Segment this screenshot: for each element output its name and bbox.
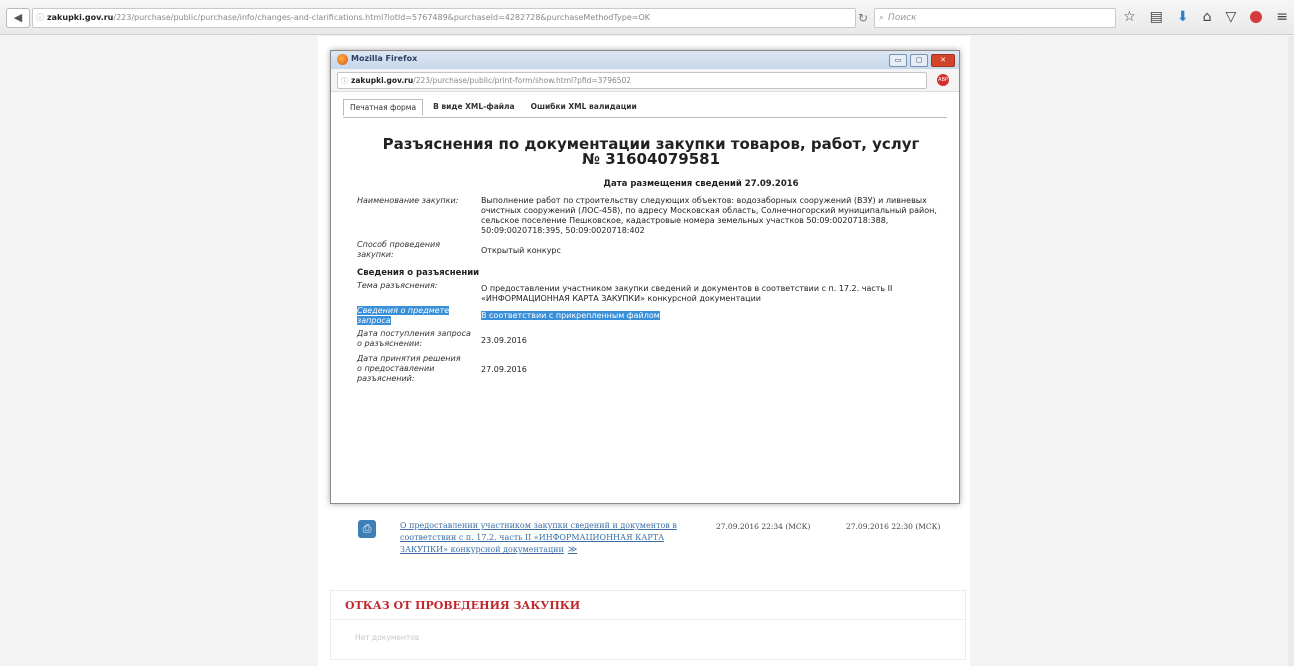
refusal-empty-text: Нет документов xyxy=(355,633,420,642)
home-icon[interactable]: ⌂ xyxy=(1203,9,1212,25)
back-arrow-icon: ◀ xyxy=(13,11,23,24)
page-scrollbar[interactable] xyxy=(1288,36,1294,666)
maximize-button[interactable]: ▢ xyxy=(910,54,928,67)
adblock-icon[interactable] xyxy=(1250,11,1263,23)
bookmark-star-icon[interactable]: ☆ xyxy=(1123,9,1136,25)
request-date-label: Дата поступления запроса о разъяснении: xyxy=(357,329,471,348)
tabs-divider xyxy=(343,117,947,118)
subject-value-text: В соответствии с прикрепленным файлом xyxy=(481,311,660,320)
toolbar-icons: ☆ ▤ ⬇ ⌂ ▽ ≡ xyxy=(1123,6,1288,28)
firefox-logo-icon xyxy=(337,54,348,65)
download-icon[interactable]: ⬇ xyxy=(1177,9,1189,25)
search-icon: ⌕ xyxy=(879,13,885,23)
close-button[interactable]: ✕ xyxy=(931,54,955,67)
chevron-down-icon[interactable]: ≫ xyxy=(568,545,577,555)
subject-value: В соответствии с прикрепленным файлом xyxy=(481,311,660,321)
topic-value: О предоставлении участником закупки свед… xyxy=(481,284,893,303)
document-link-text[interactable]: О предоставлении участником закупки свед… xyxy=(400,521,677,554)
reload-icon[interactable]: ↻ xyxy=(858,11,868,25)
subject-label: Сведения о предмете запроса xyxy=(357,306,461,326)
search-input[interactable]: ⌕ Поиск xyxy=(874,8,1116,28)
url-host: zakupki.gov.ru xyxy=(47,13,114,22)
pocket-icon[interactable]: ▽ xyxy=(1225,9,1236,25)
topic-label: Тема разъяснения: xyxy=(357,281,438,290)
document-link[interactable]: О предоставлении участником закупки свед… xyxy=(400,520,700,556)
back-button[interactable]: ◀ xyxy=(6,8,30,28)
decision-date-label: Дата принятия решения о предоставлении р… xyxy=(357,354,461,383)
document-date-published: 27.09.2016 22:34 (МСК) xyxy=(716,522,811,531)
subject-label-text: Сведения о предмете запроса xyxy=(357,306,450,325)
refusal-title: ОТКАЗ ОТ ПРОВЕДЕНИЯ ЗАКУПКИ xyxy=(345,599,581,612)
reading-list-icon[interactable]: ▤ xyxy=(1150,9,1163,25)
section-title: Сведения о разъяснении xyxy=(357,268,480,278)
popup-url-host: zakupki.gov.ru xyxy=(351,76,414,85)
site-info-icon[interactable]: ⓘ xyxy=(338,74,351,88)
adblock-icon[interactable]: ABP xyxy=(937,74,949,86)
divider xyxy=(331,619,965,620)
browser-toolbar: ◀ ⓘ zakupki.gov.ru/223/purchase/public/pu… xyxy=(0,0,1294,35)
tab-xml-file[interactable]: В виде XML-файла xyxy=(427,99,521,116)
print-form-window: Mozilla Firefox ▭ ▢ ✕ ⓘ zakupki.gov.ru/22… xyxy=(330,50,960,504)
document-date-created: 27.09.2016 22:30 (МСК) xyxy=(846,522,941,531)
window-title: Mozilla Firefox xyxy=(351,54,418,63)
site-info-icon[interactable]: ⓘ xyxy=(33,9,47,27)
window-title-bar[interactable]: Mozilla Firefox ▭ ▢ ✕ xyxy=(331,51,959,69)
address-bar[interactable]: ⓘ zakupki.gov.ru/223/purchase/public/purc… xyxy=(32,8,856,28)
view-tabs: Печатная форма В виде XML-файла Ошибки X… xyxy=(343,99,643,116)
decision-date-value: 27.09.2016 xyxy=(481,365,527,374)
publish-date: Дата размещения сведений 27.09.2016 xyxy=(603,179,799,189)
refusal-section: ОТКАЗ ОТ ПРОВЕДЕНИЯ ЗАКУПКИ Нет документ… xyxy=(330,590,966,660)
url-path: /223/purchase/public/purchase/info/chang… xyxy=(113,13,650,22)
popup-nav-bar: ⓘ zakupki.gov.ru/223/purchase/public/prin… xyxy=(331,69,959,92)
document-row: ⎙ О предоставлении участником закупки св… xyxy=(358,518,958,572)
method-value: Открытый конкурс xyxy=(481,246,561,255)
tab-print-form[interactable]: Печатная форма xyxy=(343,99,424,116)
purchase-name-value: Выполнение работ по строительству следую… xyxy=(481,196,937,235)
document-icon: ⎙ xyxy=(358,520,376,538)
popup-address-bar[interactable]: ⓘ zakupki.gov.ru/223/purchase/public/prin… xyxy=(337,72,927,89)
menu-icon[interactable]: ≡ xyxy=(1276,9,1288,25)
method-label: Способ проведения закупки: xyxy=(357,240,441,259)
request-date-value: 23.09.2016 xyxy=(481,336,527,345)
tab-xml-errors[interactable]: Ошибки XML валидации xyxy=(525,99,643,116)
purchase-name-label: Наименование закупки: xyxy=(357,196,459,205)
window-controls: ▭ ▢ ✕ xyxy=(889,54,955,67)
page-title: Разъяснения по документации закупки това… xyxy=(382,135,920,168)
popup-url-path: /223/purchase/public/print-form/show.htm… xyxy=(413,76,632,85)
search-placeholder: Поиск xyxy=(888,13,917,23)
minimize-button[interactable]: ▭ xyxy=(889,54,907,67)
